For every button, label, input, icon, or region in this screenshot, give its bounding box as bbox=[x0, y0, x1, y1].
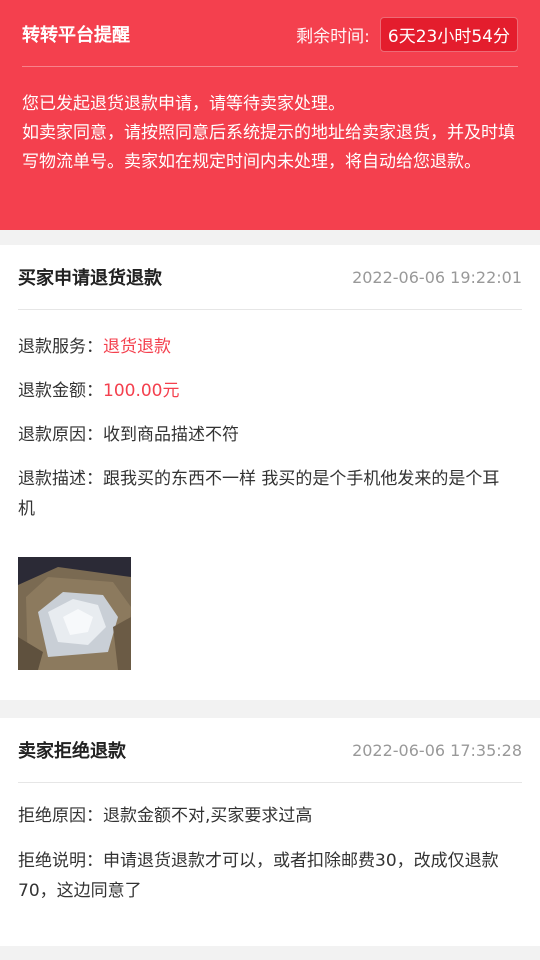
remaining-time-badge: 6天23小时54分 bbox=[379, 16, 518, 52]
seller-reject-card: 卖家拒绝退款 2022-06-06 17:35:28 拒绝原因：退款金额不对,买… bbox=[0, 718, 540, 946]
remaining-time-label: 剩余时间: bbox=[296, 26, 370, 47]
refund-description-label: 退款描述： bbox=[18, 469, 103, 489]
divider bbox=[18, 782, 522, 783]
reject-explanation-label: 拒绝说明： bbox=[18, 851, 103, 871]
evidence-photo[interactable] bbox=[18, 557, 131, 670]
refund-service-label: 退款服务： bbox=[18, 337, 103, 357]
refund-service-value: 退货退款 bbox=[103, 337, 171, 357]
refund-service-row: 退款服务：退货退款 bbox=[18, 332, 514, 362]
reject-reason-row: 拒绝原因：退款金额不对,买家要求过高 bbox=[18, 801, 514, 831]
buyer-request-title: 买家申请退货退款 bbox=[18, 268, 162, 289]
banner-title: 转转平台提醒 bbox=[22, 25, 130, 46]
seller-reject-title: 卖家拒绝退款 bbox=[18, 741, 126, 762]
reject-reason-value: 退款金额不对,买家要求过高 bbox=[103, 806, 313, 826]
refund-reason-label: 退款原因： bbox=[18, 425, 103, 445]
refund-amount-row: 退款金额：100.00元 bbox=[18, 376, 514, 406]
banner-header: 转转平台提醒 剩余时间: 6天23小时54分 bbox=[22, 14, 518, 54]
seller-reject-header: 卖家拒绝退款 2022-06-06 17:35:28 bbox=[18, 718, 522, 782]
refund-amount-value: 100.00元 bbox=[103, 381, 180, 401]
seller-reject-time: 2022-06-06 17:35:28 bbox=[352, 740, 522, 760]
platform-reminder-banner: 转转平台提醒 剩余时间: 6天23小时54分 您已发起退货退款申请，请等待卖家处… bbox=[0, 0, 540, 230]
buyer-request-header: 买家申请退货退款 2022-06-06 19:22:01 bbox=[18, 245, 522, 309]
reject-explanation-row: 拒绝说明：申请退货退款才可以，或者扣除邮费30，改成仅退款70，这边同意了 bbox=[18, 846, 514, 906]
refund-reason-row: 退款原因：收到商品描述不符 bbox=[18, 420, 514, 450]
evidence-photo-image bbox=[18, 557, 131, 670]
buyer-request-time: 2022-06-06 19:22:01 bbox=[352, 267, 522, 287]
divider bbox=[18, 309, 522, 310]
refund-amount-label: 退款金额： bbox=[18, 381, 103, 401]
banner-message-line-1: 您已发起退货退款申请，请等待卖家处理。 bbox=[22, 94, 345, 114]
banner-message-line-2: 如卖家同意，请按照同意后系统提示的地址给卖家退货，并及时填写物流单号。卖家如在规… bbox=[22, 123, 515, 172]
banner-divider bbox=[22, 66, 518, 67]
refund-reason-value: 收到商品描述不符 bbox=[103, 425, 239, 445]
reject-reason-label: 拒绝原因： bbox=[18, 806, 103, 826]
refund-description-row: 退款描述：跟我买的东西不一样 我买的是个手机他发来的是个耳机 bbox=[18, 464, 514, 524]
buyer-request-card: 买家申请退货退款 2022-06-06 19:22:01 退款服务：退货退款 退… bbox=[0, 245, 540, 700]
banner-message: 您已发起退货退款申请，请等待卖家处理。 如卖家同意，请按照同意后系统提示的地址给… bbox=[22, 90, 520, 177]
remaining-time: 剩余时间: 6天23小时54分 bbox=[296, 16, 518, 52]
